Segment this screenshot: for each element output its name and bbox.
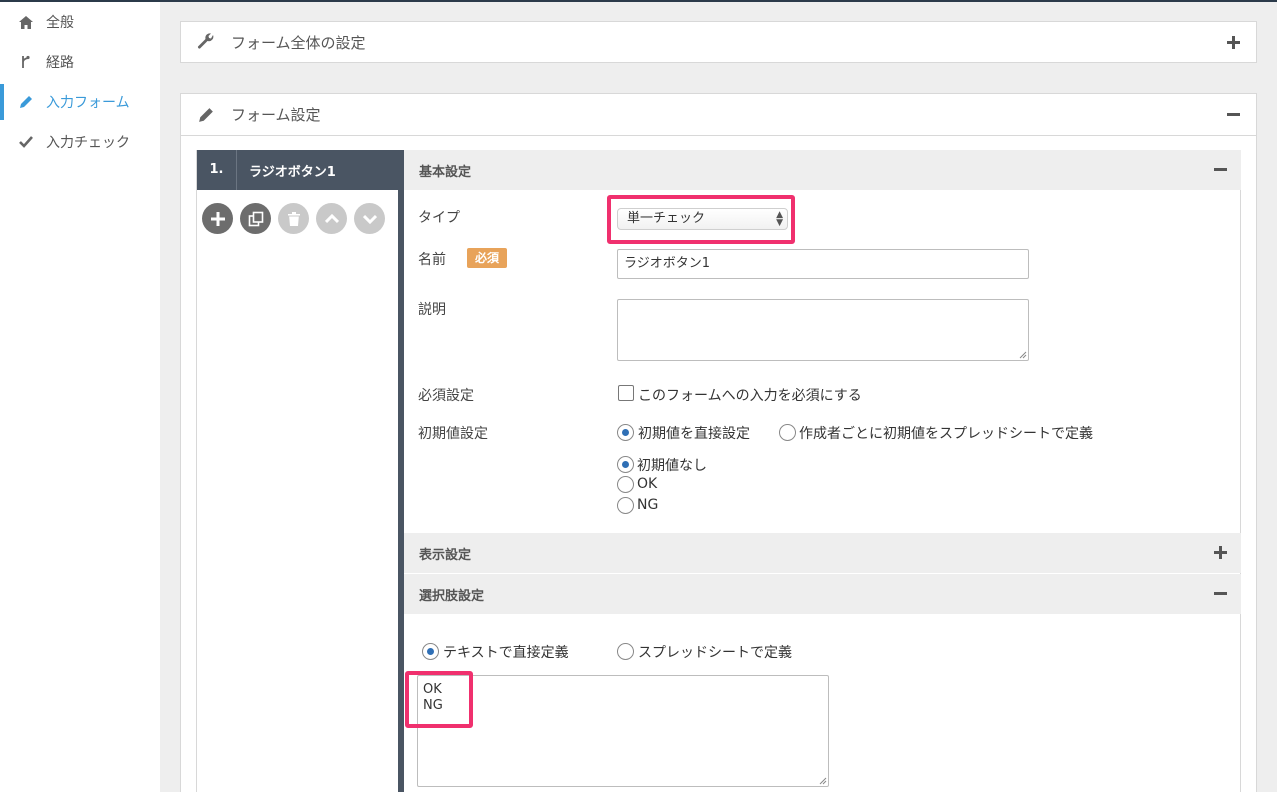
copy-icon (248, 211, 263, 226)
basic-settings-header[interactable]: 基本設定 (404, 150, 1241, 190)
type-highlight-box (607, 195, 795, 244)
type-label: タイプ (418, 210, 460, 226)
add-item-button[interactable] (202, 203, 233, 234)
initial-value-label: 初期値設定 (418, 426, 488, 442)
collapse-minus-icon[interactable] (1226, 107, 1242, 123)
form-settings-header[interactable]: フォーム設定 (181, 94, 1256, 136)
top-border (0, 0, 1277, 2)
initial-option-label: 初期値なし (637, 458, 707, 474)
sidebar-item-label: 入力フォーム (46, 95, 130, 111)
name-input-value: ラジオボタン1 (624, 256, 711, 271)
move-up-button[interactable] (316, 203, 347, 234)
initial-option-label: OK (637, 476, 658, 492)
resize-handle-icon (819, 777, 827, 785)
item-number: 1. (197, 150, 237, 190)
choice-line: NG (423, 698, 443, 713)
sidebar: 全般 経路 入力フォーム 入力チェック (0, 2, 160, 792)
description-label: 説明 (418, 302, 446, 318)
display-settings-header[interactable]: 表示設定 (404, 533, 1241, 573)
expand-plus-icon[interactable] (1226, 35, 1242, 51)
branch-icon (18, 54, 34, 70)
collapse-minus-icon[interactable] (1213, 162, 1229, 178)
initial-option-radio[interactable] (617, 476, 634, 493)
required-checkbox[interactable] (618, 385, 634, 401)
initial-sheet-radio[interactable] (779, 424, 796, 441)
delete-item-button[interactable] (278, 203, 309, 234)
initial-option-radio[interactable] (617, 497, 634, 514)
copy-item-button[interactable] (240, 203, 271, 234)
required-setting-label: 必須設定 (418, 388, 474, 404)
section-title: 表示設定 (419, 547, 472, 563)
description-textarea[interactable] (617, 299, 1029, 361)
sidebar-item-label: 全般 (46, 15, 74, 31)
initial-option-radio[interactable] (617, 456, 634, 473)
choice-sheet-radio[interactable] (617, 643, 634, 660)
move-down-button[interactable] (354, 203, 385, 234)
choice-sheet-label: スプレッドシートで定義 (638, 645, 792, 661)
sidebar-item-input-check[interactable]: 入力チェック (0, 122, 160, 162)
initial-direct-label: 初期値を直接設定 (638, 426, 750, 442)
choice-settings-header[interactable]: 選択肢設定 (404, 574, 1241, 614)
initial-sheet-label: 作成者ごとに初期値をスプレッドシートで定義 (799, 426, 1093, 442)
home-icon (18, 14, 34, 30)
name-input[interactable]: ラジオボタン1 (617, 249, 1029, 279)
choices-textarea[interactable]: OK NG (417, 675, 829, 787)
form-overall-header[interactable]: フォーム全体の設定 (181, 22, 1256, 62)
choices-highlight-box (405, 671, 473, 728)
form-item-list: 1. ラジオボタン1 (196, 150, 404, 792)
check-icon (18, 134, 34, 150)
sidebar-item-route[interactable]: 経路 (0, 42, 160, 82)
form-overall-panel: フォーム全体の設定 (180, 21, 1257, 63)
panel-title: フォーム設定 (231, 106, 321, 124)
plus-icon (210, 211, 225, 226)
initial-direct-radio[interactable] (617, 424, 634, 441)
item-label: ラジオボタン1 (249, 164, 336, 180)
expand-plus-icon[interactable] (1213, 545, 1229, 561)
initial-option-label: NG (637, 497, 659, 513)
section-title: 基本設定 (419, 164, 472, 180)
required-badge: 必須 (467, 248, 507, 268)
chevron-down-icon (362, 214, 377, 224)
sidebar-item-general[interactable]: 全般 (0, 2, 160, 42)
wrench-icon (197, 33, 215, 51)
sidebar-item-label: 入力チェック (46, 135, 130, 151)
required-checkbox-label: このフォームへの入力を必須にする (638, 388, 862, 404)
collapse-minus-icon[interactable] (1213, 586, 1229, 602)
trash-icon (287, 211, 300, 226)
choice-line: OK (423, 682, 442, 697)
form-item-selected[interactable]: 1. ラジオボタン1 (197, 150, 399, 190)
chevron-up-icon (324, 213, 339, 223)
choice-direct-radio[interactable] (422, 643, 439, 660)
choice-direct-label: テキストで直接定義 (443, 645, 569, 661)
panel-title: フォーム全体の設定 (231, 33, 366, 52)
pencil-icon (18, 94, 34, 110)
sidebar-item-input-form[interactable]: 入力フォーム (0, 82, 160, 122)
resize-handle-icon (1019, 351, 1027, 359)
section-title: 選択肢設定 (419, 588, 485, 604)
name-label: 名前 (418, 252, 446, 268)
pencil-icon (197, 106, 215, 124)
sidebar-item-label: 経路 (46, 55, 74, 71)
